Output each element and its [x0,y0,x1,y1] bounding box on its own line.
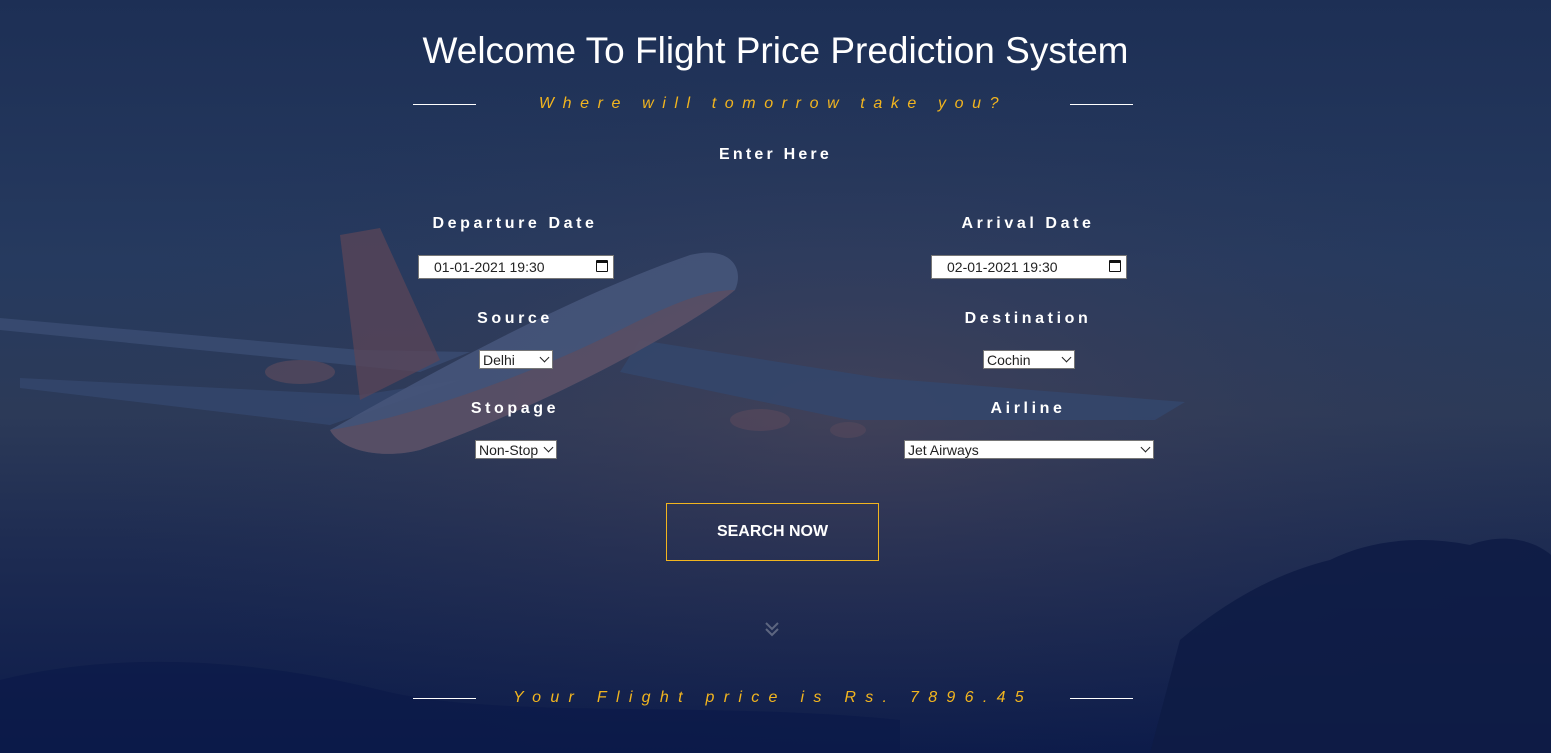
departure-date-input[interactable]: 01-01-2021 19:30 [418,255,614,279]
chevron-down-icon [539,352,550,363]
stopage-selected-value: Non-Stop [479,441,539,458]
result-row: Your Flight price is Rs. 7896.45 [413,688,1133,708]
tagline: Where will tomorrow take you? [413,94,1133,114]
predicted-price-text: Your Flight price is Rs. 7896.45 [513,689,1033,706]
divider-line-right [1070,103,1133,105]
divider-line-left [413,697,476,699]
destination-select[interactable]: Cochin [983,350,1075,369]
source-select[interactable]: Delhi [479,350,553,369]
arrival-date-value: 02-01-2021 19:30 [947,259,1058,275]
source-selected-value: Delhi [483,351,515,368]
airline-select[interactable]: Jet Airways [904,440,1154,459]
source-label: Source [477,310,553,327]
arrival-date-label: Arrival Date [961,215,1095,232]
calendar-icon[interactable] [596,260,608,272]
search-now-button[interactable]: SEARCH NOW [666,503,879,561]
arrival-date-input[interactable]: 02-01-2021 19:30 [931,255,1127,279]
double-chevron-down-icon[interactable] [763,620,781,638]
divider-line-right [1070,697,1133,699]
airline-selected-value: Jet Airways [908,441,979,458]
chevron-down-icon [1061,352,1072,363]
destination-selected-value: Cochin [987,351,1031,368]
departure-date-label: Departure Date [432,215,598,232]
chevron-down-icon [543,442,554,453]
tagline-text: Where will tomorrow take you? [538,95,1008,112]
destination-label: Destination [964,310,1092,327]
departure-date-value: 01-01-2021 19:30 [434,259,545,275]
stopage-select[interactable]: Non-Stop [475,440,557,459]
page-title: Welcome To Flight Price Prediction Syste… [422,30,1129,71]
search-now-label: SEARCH NOW [716,523,829,540]
airline-label: Airline [990,400,1066,417]
chevron-down-icon [1140,442,1151,453]
section-label: Enter Here [719,146,832,163]
calendar-icon[interactable] [1109,260,1121,272]
divider-line-left [413,103,476,105]
stopage-label: Stopage [470,400,560,417]
